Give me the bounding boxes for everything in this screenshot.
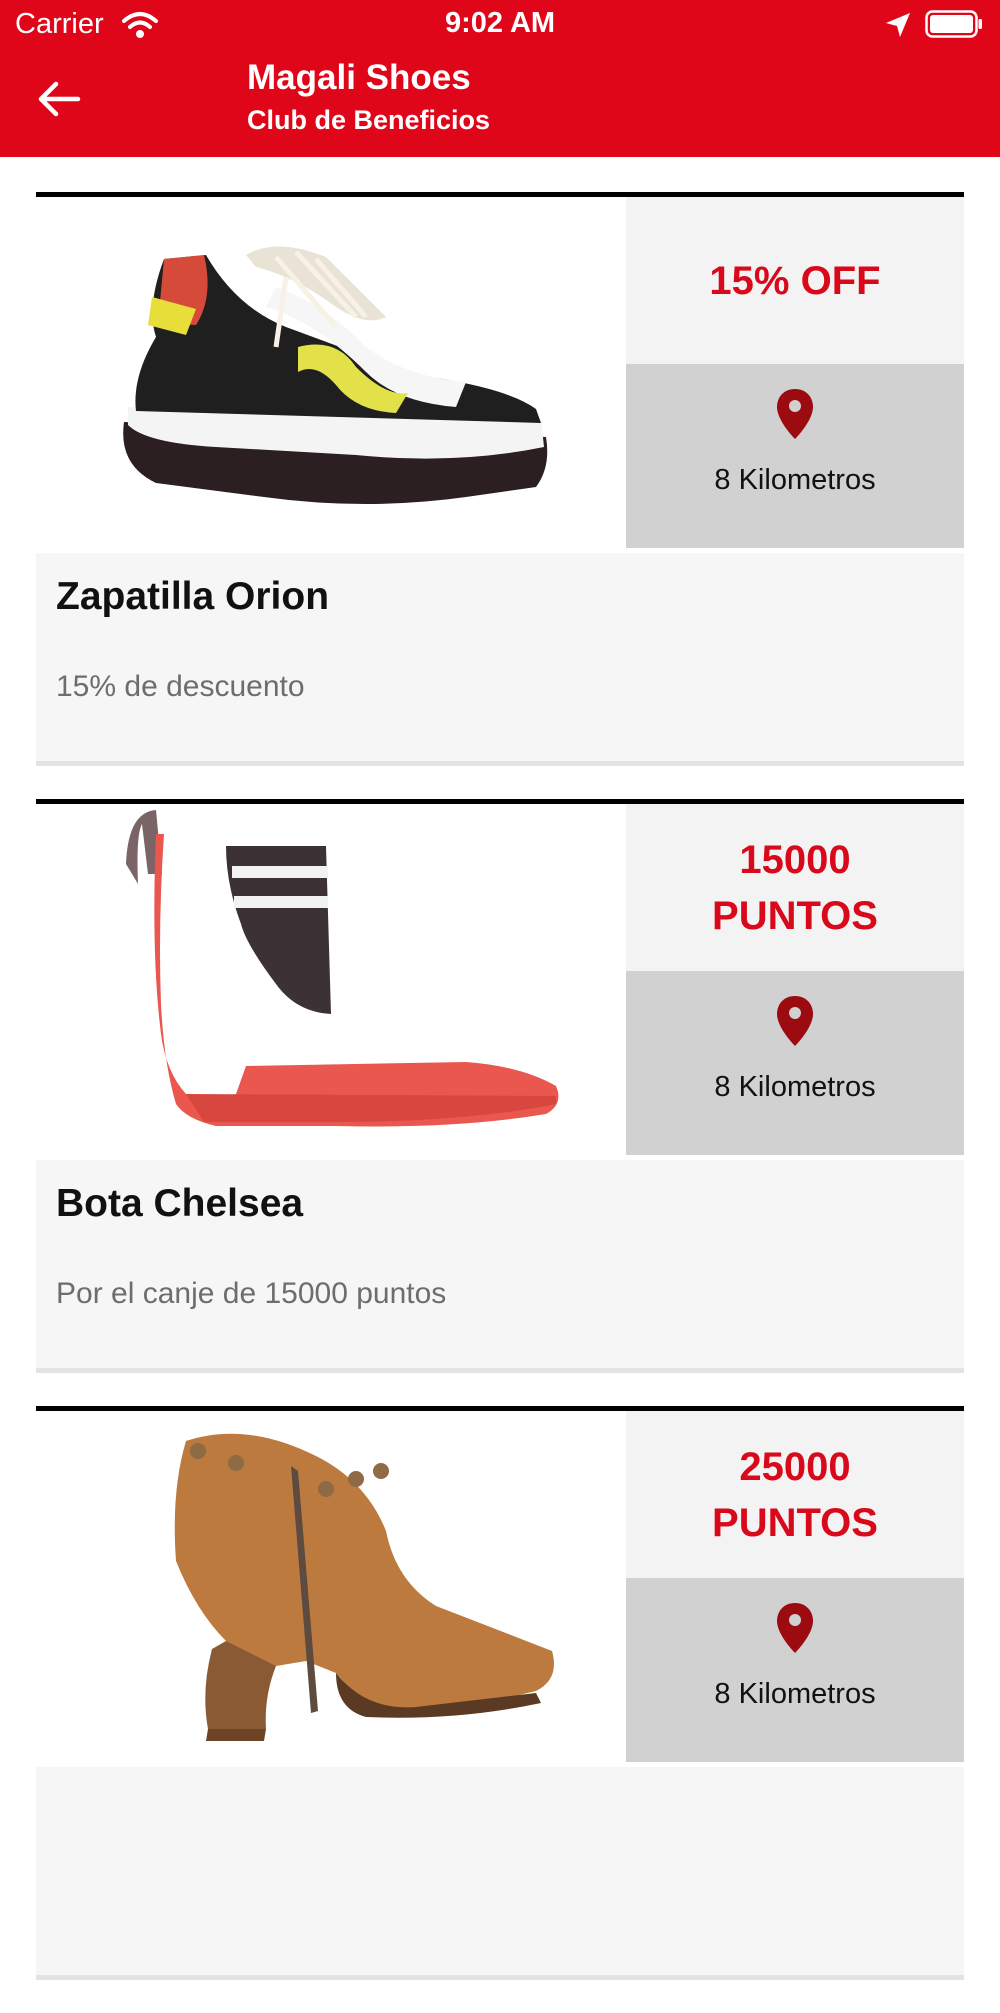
sneaker-image (36, 197, 626, 548)
header-titles: Magali Shoes Club de Beneficios (247, 56, 490, 140)
chelsea-boot-image (36, 804, 626, 1155)
benefits-list: 15% OFF 8 Kilometros Zapatilla Orion 15%… (36, 192, 964, 2013)
distance-label: 8 Kilometros (714, 1071, 876, 1103)
battery-icon (925, 10, 982, 38)
distance-box: 8 Kilometros (626, 1578, 964, 1762)
distance-box: 8 Kilometros (626, 971, 964, 1155)
card-body (36, 1767, 964, 1980)
card-body: Zapatilla Orion 15% de descuento (36, 553, 964, 766)
arrow-left-icon[interactable] (36, 76, 82, 122)
benefit-description: 15% de descuento (56, 670, 305, 703)
benefit-card[interactable]: 15% OFF 8 Kilometros Zapatilla Orion 15%… (36, 192, 964, 766)
location-pin-icon (777, 996, 813, 1046)
location-pin-icon (777, 1603, 813, 1653)
benefit-card[interactable]: 25000 PUNTOS 8 Kilometros (36, 1406, 964, 1980)
location-arrow-icon (886, 13, 910, 37)
offer-badge: 15000 PUNTOS (626, 804, 964, 971)
benefit-description: Por el canje de 15000 puntos (56, 1277, 447, 1310)
benefit-card[interactable]: 15000 PUNTOS 8 Kilometros Bota Chelsea P… (36, 799, 964, 1373)
card-body: Bota Chelsea Por el canje de 15000 punto… (36, 1160, 964, 1373)
page-title: Magali Shoes (247, 58, 471, 97)
status-time: 9:02 AM (444, 7, 556, 39)
location-pin-icon (777, 389, 813, 439)
app-header: Carrier 9:02 AM Magali Shoes Club de Ben… (0, 0, 1000, 157)
distance-label: 8 Kilometros (714, 1678, 876, 1710)
distance-box: 8 Kilometros (626, 364, 964, 548)
status-bar: Carrier 9:02 AM (0, 0, 1000, 50)
page-subtitle: Club de Beneficios (247, 105, 491, 135)
distance-label: 8 Kilometros (714, 464, 876, 496)
benefit-title: Zapatilla Orion (56, 575, 330, 618)
ankle-boot-image (36, 1411, 626, 1762)
offer-badge: 15% OFF (626, 197, 964, 364)
benefit-title: Bota Chelsea (56, 1182, 304, 1225)
offer-badge: 25000 PUNTOS (626, 1411, 964, 1578)
